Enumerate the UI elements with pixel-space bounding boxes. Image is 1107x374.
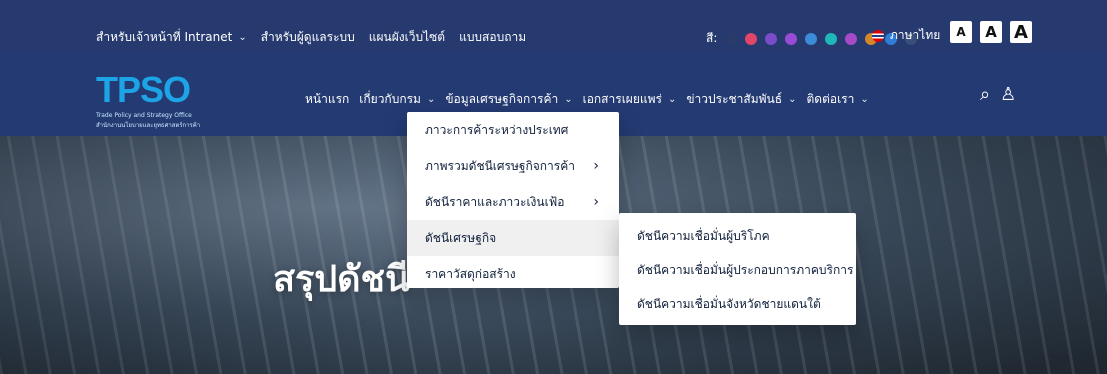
language-switch[interactable]: ภาษาไทย	[872, 26, 940, 45]
submenu-item[interactable]: ดัชนีความเชื่อมั่นผู้ประกอบการภาคบริการ	[619, 253, 856, 287]
top-link-sitemap[interactable]: แผนผังเว็บไซต์	[369, 28, 445, 47]
font-size-medium-button[interactable]: A	[980, 21, 1002, 43]
dropdown-item-label: ราคาวัสดุก่อสร้าง	[425, 266, 516, 281]
menu-home-label: หน้าแรก	[305, 92, 350, 106]
submenu-item-label: ดัชนีความเชื่อมั่นจังหวัดชายแดนใต้	[637, 296, 821, 311]
color-dot-2[interactable]	[765, 32, 778, 45]
dropdown-trade-economy: ภาวะการค้าระหว่างประเทศ ภาพรวมดัชนีเศรษฐ…	[407, 112, 619, 288]
chevron-down-icon: ⌄	[860, 94, 869, 105]
chevron-down-icon: ⌄	[667, 94, 677, 105]
logo-subtitle-en: Trade Policy and Strategy Office	[96, 112, 192, 119]
submenu-item[interactable]: ดัชนีความเชื่อมั่นผู้บริโภค	[619, 219, 856, 253]
font-size-large-button[interactable]: A	[1010, 21, 1032, 43]
top-link-admin[interactable]: สำหรับผู้ดูแลระบบ	[261, 28, 355, 47]
font-size-controls: A A A	[950, 21, 1032, 43]
color-dot-5[interactable]	[825, 32, 838, 45]
menu-about[interactable]: เกี่ยวกับกรม ⌄	[359, 90, 435, 109]
dropdown-item[interactable]: ภาพรวมดัชนีเศรษฐกิจการค้า ›	[407, 148, 619, 184]
menu-publications[interactable]: เอกสารเผยแพร่ ⌄	[583, 90, 677, 109]
dropdown-item-label: ดัชนีราคาและภาวะเงินเฟ้อ	[425, 194, 565, 209]
menu-trade-economy[interactable]: ข้อมูลเศรษฐกิจการค้า ⌄	[445, 90, 572, 109]
site-logo[interactable]: TPSO Trade Policy and Strategy Office สำ…	[96, 69, 226, 130]
color-dot-1[interactable]	[745, 32, 758, 45]
logo-text: TPSO	[96, 69, 191, 110]
chevron-right-icon: ›	[593, 158, 599, 174]
menu-contact[interactable]: ติดต่อเรา ⌄	[806, 90, 868, 109]
logo-subtitle-th: สำนักงานนโยบายและยุทธศาสตร์การค้า	[96, 122, 201, 129]
chevron-down-icon: ⌄	[238, 32, 247, 43]
menu-publications-label: เอกสารเผยแพร่	[582, 92, 662, 106]
main-menu: หน้าแรก เกี่ยวกับกรม ⌄ ข้อมูลเศรษฐกิจการค…	[305, 90, 869, 109]
menu-news-label: ข่าวประชาสัมพันธ์	[686, 92, 783, 106]
top-bar: สำหรับเจ้าหน้าที่ Intranet ⌄ สำหรับผู้ดู…	[0, 0, 1107, 52]
header-actions: ⌕ ♙	[980, 86, 1016, 104]
language-label: ภาษาไทย	[890, 28, 941, 42]
menu-contact-label: ติดต่อเรา	[806, 92, 855, 106]
chevron-down-icon: ⌄	[788, 94, 797, 105]
dropdown-item[interactable]: ภาวะการค้าระหว่างประเทศ	[407, 112, 619, 148]
top-link-intranet[interactable]: สำหรับเจ้าหน้าที่ Intranet ⌄	[96, 28, 247, 47]
chevron-down-icon: ⌄	[426, 94, 436, 105]
chevron-down-icon: ⌄	[564, 94, 573, 105]
menu-about-label: เกี่ยวกับกรม	[359, 92, 421, 106]
chevron-right-icon: ›	[593, 194, 599, 210]
dropdown-item-active[interactable]: ดัชนีเศรษฐกิจ	[407, 220, 619, 256]
dropdown-item-label: ภาพรวมดัชนีเศรษฐกิจการค้า	[425, 158, 575, 173]
dropdown-item-label: ดัชนีเศรษฐกิจ	[425, 230, 497, 245]
submenu-item-label: ดัชนีความเชื่อมั่นผู้บริโภค	[637, 228, 770, 243]
dropdown-item[interactable]: ราคาวัสดุก่อสร้าง	[407, 256, 619, 292]
menu-news[interactable]: ข่าวประชาสัมพันธ์ ⌄	[686, 90, 796, 109]
thai-flag-icon	[872, 29, 884, 42]
font-size-small-button[interactable]: A	[950, 21, 972, 43]
hero-title: สรุปดัชนี	[273, 259, 410, 300]
color-dot-6[interactable]	[845, 32, 858, 45]
top-link-survey[interactable]: แบบสอบถาม	[459, 28, 526, 47]
menu-home[interactable]: หน้าแรก	[305, 90, 349, 109]
color-dot-4[interactable]	[805, 32, 818, 45]
submenu-item[interactable]: ดัชนีความเชื่อมั่นจังหวัดชายแดนใต้	[619, 287, 856, 321]
search-icon[interactable]: ⌕	[980, 86, 990, 104]
user-icon[interactable]: ♙	[1000, 86, 1016, 104]
color-dot-3[interactable]	[785, 32, 798, 45]
submenu-item-label: ดัชนีความเชื่อมั่นผู้ประกอบการภาคบริการ	[637, 262, 854, 277]
dropdown-item[interactable]: ดัชนีราคาและภาวะเงินเฟ้อ ›	[407, 184, 619, 220]
color-label: สี:	[706, 31, 718, 45]
top-link-intranet-label: สำหรับเจ้าหน้าที่ Intranet	[96, 30, 233, 44]
top-links: สำหรับเจ้าหน้าที่ Intranet ⌄ สำหรับผู้ดู…	[96, 28, 526, 47]
color-dot-0[interactable]	[725, 32, 738, 45]
dropdown-item-label: ภาวะการค้าระหว่างประเทศ	[425, 122, 569, 137]
menu-trade-economy-label: ข้อมูลเศรษฐกิจการค้า	[445, 92, 559, 106]
submenu-economic-index: ดัชนีความเชื่อมั่นผู้บริโภค ดัชนีความเชื…	[619, 213, 856, 325]
